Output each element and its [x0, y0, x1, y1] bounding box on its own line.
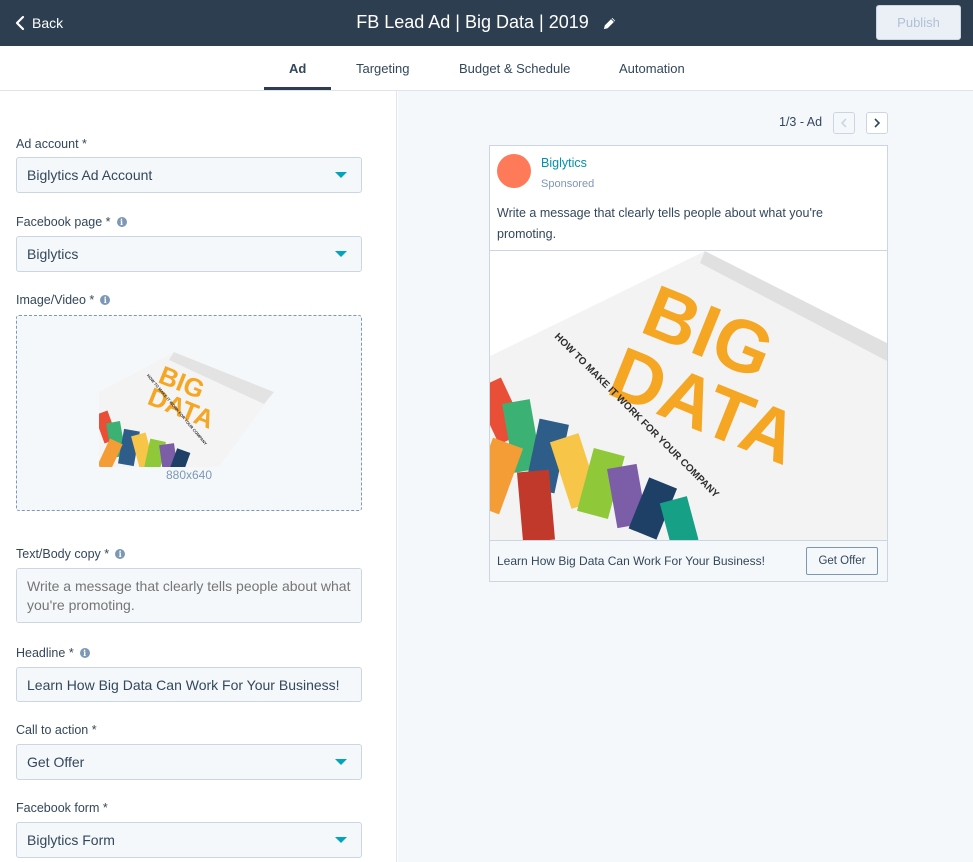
- chevron-right-icon: [874, 118, 881, 128]
- headline-input[interactable]: [16, 667, 362, 702]
- caret-down-icon: [335, 251, 347, 257]
- call-to-action-label: Call to action *: [16, 723, 97, 737]
- info-icon[interactable]: i: [116, 217, 127, 227]
- ad-message: Write a message that clearly tells peopl…: [497, 206, 823, 241]
- page-name-link[interactable]: Biglytics: [541, 156, 587, 170]
- active-tab-indicator: [264, 87, 331, 90]
- pencil-icon[interactable]: [602, 16, 617, 31]
- facebook-page-select[interactable]: Biglytics: [16, 236, 362, 272]
- ad-account-label: Ad account *: [16, 137, 87, 151]
- image-dimensions: 880x640: [165, 468, 213, 482]
- call-to-action-select[interactable]: Get Offer: [16, 744, 362, 780]
- get-offer-button[interactable]: Get Offer: [806, 547, 878, 575]
- tab-budget-schedule[interactable]: Budget & Schedule: [459, 61, 570, 76]
- ad-account-value: Biglytics Ad Account: [27, 167, 153, 183]
- top-bar: Back FB Lead Ad | Big Data | 2019 Publis…: [0, 0, 973, 46]
- body-copy-label: Text/Body copy * i: [16, 547, 126, 561]
- book-thumbnail: BIG DATA HOW TO MAKE IT WORK FOR YOUR CO…: [99, 352, 274, 467]
- tab-ad[interactable]: Ad: [289, 61, 306, 76]
- ad-image: BIG DATA HOW TO MAKE IT WORK FOR YOUR CO…: [490, 250, 887, 540]
- ad-headline: Learn How Big Data Can Work For Your Bus…: [497, 554, 765, 568]
- image-video-label: Image/Video * i: [16, 293, 111, 307]
- info-icon[interactable]: i: [100, 295, 111, 305]
- tab-targeting[interactable]: Targeting: [356, 61, 409, 76]
- ad-title[interactable]: FB Lead Ad | Big Data | 2019: [0, 10, 973, 34]
- image-upload-dropzone[interactable]: BIG DATA HOW TO MAKE IT WORK FOR YOUR CO…: [16, 315, 362, 511]
- ad-title-text: FB Lead Ad | Big Data | 2019: [356, 12, 589, 32]
- facebook-page-value: Biglytics: [27, 246, 79, 262]
- caret-down-icon: [335, 759, 347, 765]
- ad-preview-panel: 1/3 - Ad Biglytics Sponsored Write a mes…: [398, 91, 973, 862]
- publish-button[interactable]: Publish: [876, 5, 961, 40]
- preview-pager-text: 1/3 - Ad: [779, 115, 823, 129]
- facebook-form-value: Biglytics Form: [27, 832, 115, 848]
- avatar: [497, 154, 531, 188]
- facebook-ad-preview-card: Biglytics Sponsored Write a message that…: [489, 145, 888, 582]
- body-copy-textarea[interactable]: [16, 568, 362, 623]
- facebook-form-label: Facebook form *: [16, 801, 108, 815]
- sponsored-label: Sponsored: [541, 178, 595, 190]
- tab-automation[interactable]: Automation: [619, 61, 685, 76]
- facebook-form-select[interactable]: Biglytics Form: [16, 822, 362, 858]
- tab-bar: Ad Targeting Budget & Schedule Automatio…: [0, 46, 973, 91]
- chevron-left-icon: [840, 118, 847, 128]
- preview-prev-button[interactable]: [833, 112, 855, 134]
- book-cover-image: BIG DATA HOW TO MAKE IT WORK FOR YOUR CO…: [490, 251, 887, 540]
- caret-down-icon: [335, 837, 347, 843]
- headline-label: Headline * i: [16, 646, 90, 660]
- call-to-action-value: Get Offer: [27, 754, 85, 770]
- ad-footer: Learn How Big Data Can Work For Your Bus…: [490, 540, 887, 581]
- preview-next-button[interactable]: [866, 112, 888, 134]
- ad-account-select[interactable]: Biglytics Ad Account: [16, 157, 362, 193]
- info-icon[interactable]: i: [79, 648, 90, 658]
- info-icon[interactable]: i: [115, 549, 126, 559]
- caret-down-icon: [335, 172, 347, 178]
- facebook-page-label: Facebook page * i: [16, 215, 127, 229]
- ad-form-panel: Ad account * Biglytics Ad Account Facebo…: [0, 91, 397, 862]
